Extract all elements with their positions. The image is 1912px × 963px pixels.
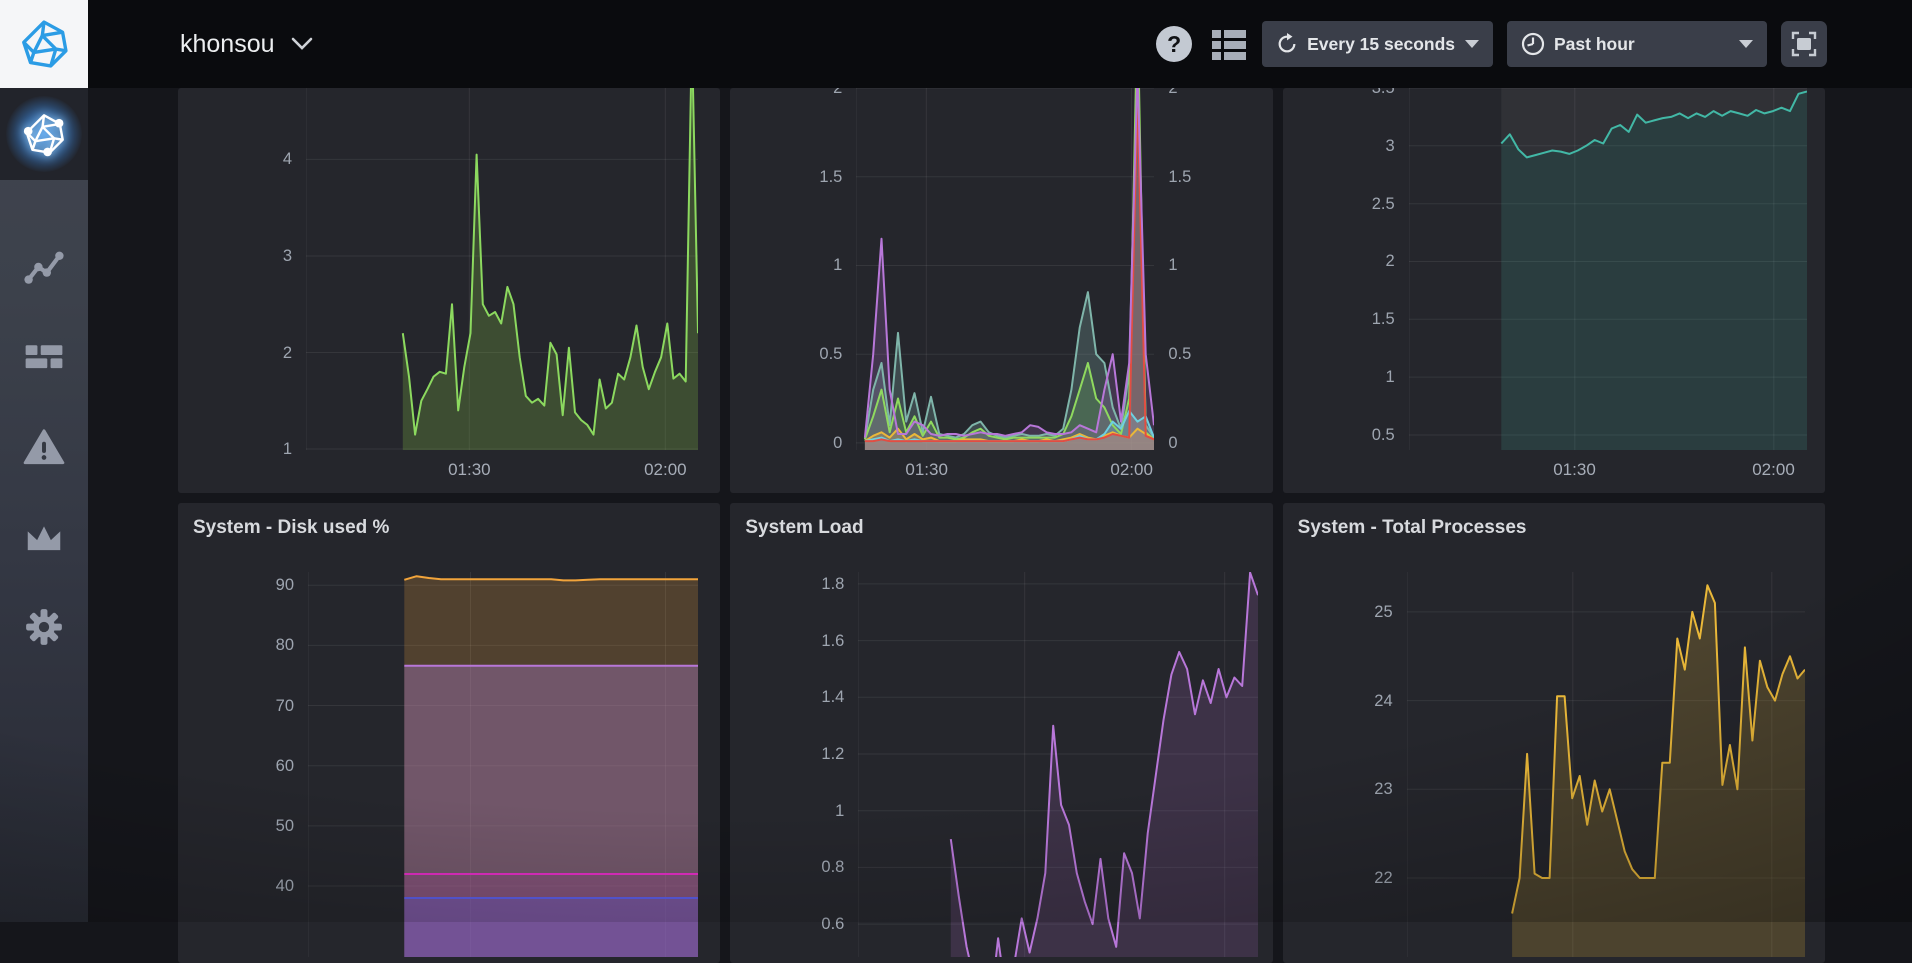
y-axis-tick: 1	[1283, 367, 1395, 387]
explore-graph-icon	[23, 247, 65, 287]
chart-area[interactable]: 25 24 23 22	[1283, 503, 1825, 963]
navbar: khonsou ? Every 15 seconds	[0, 0, 1912, 88]
chart-area[interactable]: 1.8 1.6 1.4 1.2 1 0.8 0.6	[730, 503, 1272, 963]
help-icon: ?	[1167, 31, 1181, 58]
playlist-rows-button[interactable]	[1210, 25, 1248, 63]
panel-title[interactable]: System - Total Processes	[1283, 503, 1825, 565]
y-axis-tick: 1.4	[730, 687, 844, 707]
chart-area[interactable]: 3.5 3 2.5 2 1.5 1 0.5 01:30 02:00	[1283, 88, 1825, 493]
y-axis-tick: 1	[730, 255, 842, 275]
y-axis-tick: 3.5	[1283, 88, 1395, 98]
y-axis-tick: 3	[1283, 136, 1395, 156]
chart-canvas	[308, 572, 698, 957]
chart-canvas	[858, 572, 1258, 957]
grafana-gem-icon	[17, 15, 71, 73]
y-axis-tick: 0	[1168, 433, 1177, 453]
y-axis-tick: 80	[178, 635, 294, 655]
y-axis-tick: 2	[1283, 251, 1395, 271]
y-axis-tick: 23	[1283, 779, 1393, 799]
sidebar-item-premium[interactable]	[0, 492, 88, 582]
settings-gear-icon	[22, 605, 66, 649]
dashboard-title: khonsou	[180, 30, 275, 59]
sidebar-item-explore[interactable]	[0, 222, 88, 312]
panel-system-load: System Load 1.8 1.6 1.4 1.2 1 0.8 0.6	[730, 503, 1272, 963]
panel-title[interactable]: System - Disk used %	[178, 503, 720, 565]
caret-down-icon	[1465, 40, 1479, 48]
grafana-gem-icon	[21, 110, 67, 158]
alerting-icon	[23, 428, 65, 466]
y-axis-tick: 1.5	[1283, 309, 1395, 329]
chart-canvas	[306, 88, 698, 450]
x-axis-tick: 02:00	[644, 460, 687, 480]
y-axis-tick: 4	[178, 149, 292, 169]
panel-memory-chart: 3.5 3 2.5 2 1.5 1 0.5 01:30 02:00	[1283, 88, 1825, 493]
dashboards-icon	[23, 340, 65, 374]
y-axis-tick: 1.5	[730, 167, 842, 187]
kiosk-fullscreen-icon	[1791, 31, 1817, 57]
y-axis-tick: 1	[730, 801, 844, 821]
sidebar-item-alerting[interactable]	[0, 402, 88, 492]
y-axis-tick: 90	[178, 575, 294, 595]
y-axis-tick: 1.6	[730, 631, 844, 651]
caret-down-icon	[1739, 40, 1753, 48]
y-axis-tick: 1.5	[1168, 167, 1191, 187]
time-range-label: Past hour	[1554, 34, 1635, 55]
chevron-down-icon	[291, 37, 313, 51]
navbar-controls: ? Every 15 seconds Past ho	[1156, 21, 1827, 67]
y-axis-tick: 2	[178, 343, 292, 363]
clock-icon	[1521, 32, 1545, 56]
chart-canvas	[856, 88, 1154, 450]
y-axis-tick: 40	[178, 876, 294, 896]
chart-canvas	[1409, 88, 1807, 450]
y-axis-tick: 24	[1283, 691, 1393, 711]
dashboard-title-dropdown[interactable]: khonsou	[180, 30, 313, 59]
chart-canvas	[1407, 572, 1805, 957]
y-axis-tick: 3	[178, 246, 292, 266]
refresh-interval-button[interactable]: Every 15 seconds	[1262, 21, 1493, 67]
dashboard-grid: 432101:3002:00 221.51.5110.50.50001:3002…	[178, 88, 1825, 963]
x-axis-tick: 01:30	[448, 460, 491, 480]
y-axis-tick: 2.5	[1283, 194, 1395, 214]
crown-icon	[24, 522, 64, 552]
y-axis-tick: 0	[730, 433, 842, 453]
y-axis-tick: 2	[1168, 88, 1177, 98]
panel-io-chart: 2 2 1.5 1.5 1 1 0.5 0.5 0 0 01:30 02:00	[730, 88, 1272, 493]
time-range-button[interactable]: Past hour	[1507, 21, 1767, 67]
refresh-icon	[1276, 33, 1298, 55]
sidebar	[0, 88, 88, 922]
x-axis-tick: 01:30	[1553, 460, 1596, 480]
y-axis-tick: 0.5	[1168, 344, 1191, 364]
y-axis-tick: 0.8	[730, 857, 844, 877]
y-axis-tick: 0.5	[1283, 425, 1395, 445]
y-axis-tick: 1	[1168, 255, 1177, 275]
panel-cpu-chart: 4 3 2 1 01:30 02:00	[178, 88, 720, 493]
chart-area[interactable]: 90 80 70 60 50 40	[178, 503, 720, 963]
sidebar-item-settings[interactable]	[0, 582, 88, 672]
y-axis-tick: 60	[178, 756, 294, 776]
chart-area[interactable]: 2 2 1.5 1.5 1 1 0.5 0.5 0 0 01:30 02:00	[730, 88, 1272, 493]
y-axis-tick: 22	[1283, 868, 1393, 888]
y-axis-tick: 1.2	[730, 744, 844, 764]
y-axis-tick: 0.6	[730, 914, 844, 934]
sidebar-item-home[interactable]	[0, 88, 88, 180]
refresh-interval-label: Every 15 seconds	[1307, 34, 1455, 55]
panel-title[interactable]: System Load	[730, 503, 1272, 565]
x-axis-tick: 02:00	[1110, 460, 1153, 480]
kiosk-mode-button[interactable]	[1781, 21, 1827, 67]
y-axis-tick: 50	[178, 816, 294, 836]
app-logo[interactable]	[0, 0, 88, 88]
help-button[interactable]: ?	[1156, 26, 1192, 62]
y-axis-tick: 1.8	[730, 574, 844, 594]
y-axis-tick: 2	[730, 88, 842, 98]
y-axis-tick: 0.5	[730, 344, 842, 364]
sidebar-item-dashboards[interactable]	[0, 312, 88, 402]
x-axis-tick: 01:30	[905, 460, 948, 480]
chart-area[interactable]: 4 3 2 1 01:30 02:00	[178, 88, 720, 493]
y-axis-tick: 1	[178, 439, 292, 459]
panel-disk-used: System - Disk used % 90 80 70 60 50 40	[178, 503, 720, 963]
x-axis-tick: 02:00	[1752, 460, 1795, 480]
y-axis-tick: 25	[1283, 602, 1393, 622]
y-axis-tick: 70	[178, 696, 294, 716]
panel-total-processes: System - Total Processes 25 24 23 22	[1283, 503, 1825, 963]
